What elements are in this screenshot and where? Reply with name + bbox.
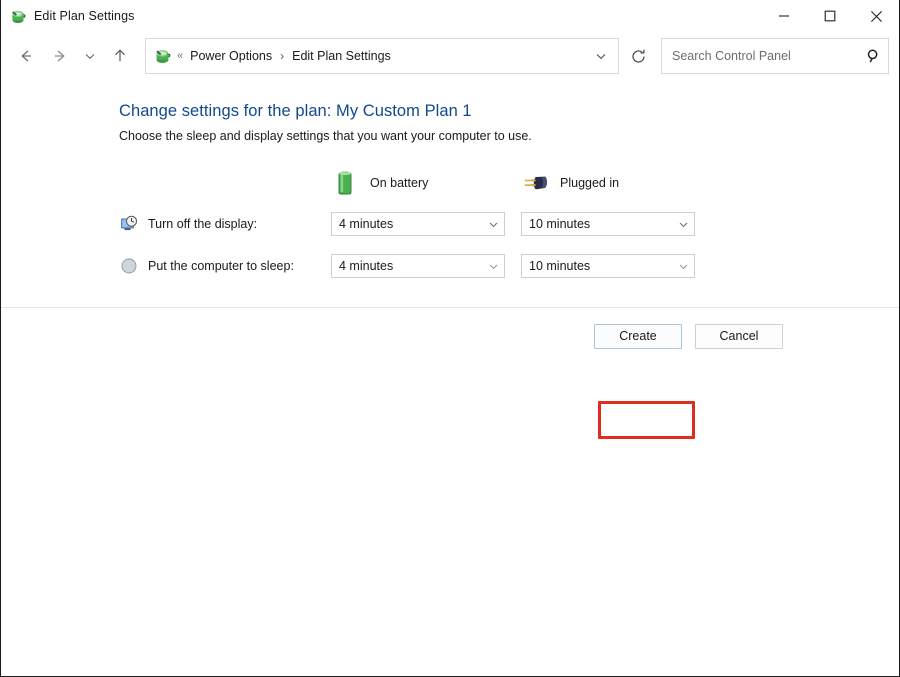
breadcrumb-overflow-icon[interactable]: « (177, 50, 183, 62)
navigation-bar: « Power Options › Edit Plan Settings (1, 32, 899, 80)
column-header-label: On battery (370, 176, 428, 190)
chevron-down-icon[interactable] (482, 219, 504, 230)
power-plan-icon (10, 8, 27, 25)
chevron-down-icon[interactable] (672, 261, 694, 272)
display-on-battery-dropdown[interactable]: 4 minutes (331, 212, 505, 236)
power-plan-icon (154, 47, 172, 65)
sleep-on-battery-dropdown[interactable]: 4 minutes (331, 254, 505, 278)
minimize-button[interactable] (761, 0, 807, 32)
refresh-button[interactable] (621, 38, 655, 74)
back-button[interactable] (9, 39, 43, 73)
settings-column-headers: On battery (119, 163, 899, 203)
column-header-on-battery: On battery (331, 169, 521, 197)
row-label-text: Put the computer to sleep: (148, 259, 294, 273)
row-label: Turn off the display: (119, 214, 331, 234)
window-controls (761, 0, 899, 32)
maximize-button[interactable] (807, 0, 853, 32)
title-bar: Edit Plan Settings (1, 0, 899, 32)
window-title: Edit Plan Settings (34, 9, 134, 23)
up-button[interactable] (103, 39, 137, 73)
dropdown-value: 4 minutes (332, 217, 482, 231)
dropdown-value: 10 minutes (522, 259, 672, 273)
title-bar-left: Edit Plan Settings (1, 8, 134, 25)
sleep-moon-icon (119, 256, 139, 276)
row-label: Put the computer to sleep: (119, 256, 331, 276)
dropdown-value: 10 minutes (522, 217, 672, 231)
page-subtitle: Choose the sleep and display settings th… (1, 129, 899, 143)
breadcrumb-item-power-options[interactable]: Power Options (189, 47, 273, 65)
address-bar[interactable]: « Power Options › Edit Plan Settings (145, 38, 619, 74)
chevron-down-icon[interactable] (584, 39, 618, 73)
empty-area (1, 364, 899, 676)
breadcrumb-item-edit-plan-settings[interactable]: Edit Plan Settings (291, 47, 392, 65)
button-bar: Create Cancel (1, 308, 899, 364)
row-label-text: Turn off the display: (148, 217, 257, 231)
create-button[interactable]: Create (594, 324, 682, 349)
column-header-plugged-in: Plugged in (521, 169, 711, 197)
breadcrumb-separator-icon: › (280, 49, 284, 63)
settings-grid: On battery (1, 163, 899, 287)
dropdown-value: 4 minutes (332, 259, 482, 273)
page-title: Change settings for the plan: My Custom … (1, 102, 899, 121)
recent-locations-button[interactable] (77, 39, 103, 73)
content-area: Change settings for the plan: My Custom … (1, 80, 899, 676)
search-icon[interactable] (860, 48, 888, 64)
power-plug-icon (521, 169, 549, 197)
search-box[interactable] (661, 38, 889, 74)
settings-row-put-computer-to-sleep: Put the computer to sleep: 4 minutes 10 … (119, 245, 899, 287)
chevron-down-icon[interactable] (672, 219, 694, 230)
cancel-button[interactable]: Cancel (695, 324, 783, 349)
display-clock-icon (119, 214, 139, 234)
forward-button[interactable] (43, 39, 77, 73)
column-header-label: Plugged in (560, 176, 619, 190)
search-input[interactable] (662, 49, 860, 63)
edit-plan-settings-window: Edit Plan Settings (0, 0, 900, 677)
settings-row-turn-off-display: Turn off the display: 4 minutes 10 minut… (119, 203, 899, 245)
battery-icon (331, 169, 359, 197)
close-button[interactable] (853, 0, 899, 32)
chevron-down-icon[interactable] (482, 261, 504, 272)
settings-panel: Change settings for the plan: My Custom … (1, 80, 899, 364)
display-plugged-in-dropdown[interactable]: 10 minutes (521, 212, 695, 236)
sleep-plugged-in-dropdown[interactable]: 10 minutes (521, 254, 695, 278)
